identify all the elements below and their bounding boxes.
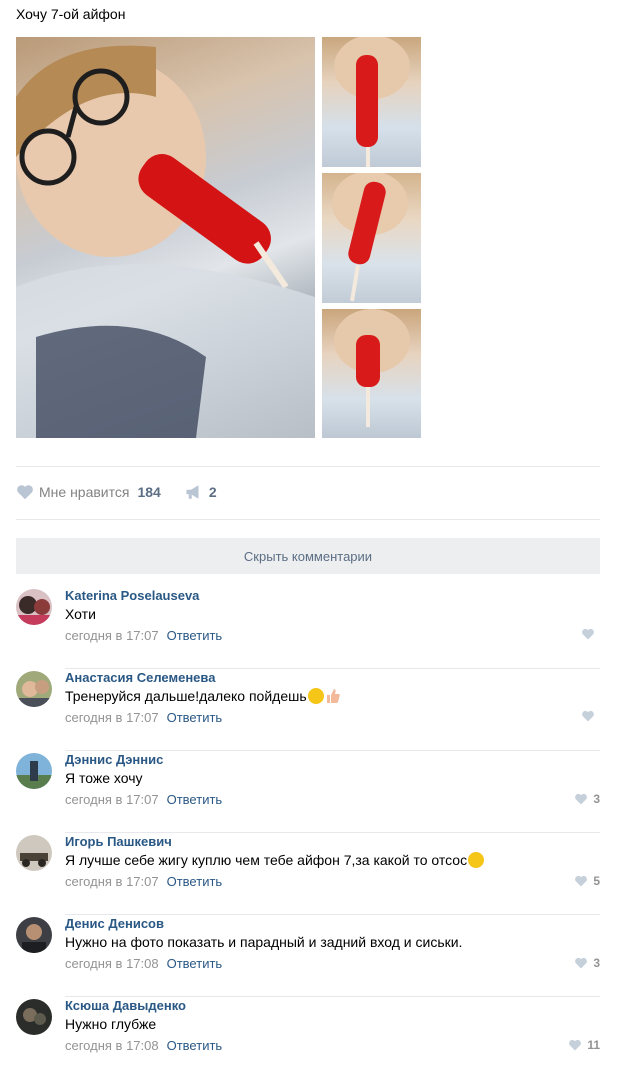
reply-link[interactable]: Ответить (167, 956, 223, 971)
comment-meta: сегодня в 17:07 Ответить (65, 628, 222, 643)
like-label: Мне нравится (39, 484, 130, 500)
heart-icon (569, 1039, 582, 1051)
avatar-image (16, 671, 52, 707)
reply-link[interactable]: Ответить (167, 792, 223, 807)
like-button[interactable]: Мне нравится 184 (16, 484, 161, 500)
smiling-emoji-icon (468, 852, 485, 868)
avatar-image (16, 999, 52, 1035)
share-button[interactable]: 2 (185, 484, 217, 500)
comment-like-button[interactable]: 11 (568, 1038, 600, 1052)
comment-author[interactable]: Дэннис Дэннис (65, 752, 163, 767)
avatar[interactable] (16, 753, 52, 789)
megaphone-icon (186, 485, 199, 499)
comment-item: Анастасия Селеменева Тренеруйся дальше!д… (16, 669, 600, 751)
comment-item: Дэннис Дэннис Я тоже хочу сегодня в 17:0… (16, 751, 600, 833)
avatar-image (16, 917, 52, 953)
avatar[interactable] (16, 917, 52, 953)
avatar[interactable] (16, 835, 52, 871)
comment-time[interactable]: сегодня в 17:07 (65, 792, 159, 807)
comment-meta: сегодня в 17:08 Ответить (65, 1038, 222, 1053)
comment-like-count: 5 (593, 874, 600, 888)
comment-like-count: 3 (593, 956, 600, 970)
divider (16, 466, 600, 467)
comment-like-count: 11 (587, 1038, 600, 1052)
heart-icon (575, 957, 588, 969)
comment-text: Нужно на фото показать и парадный и задн… (65, 934, 463, 950)
photo-thumb-3[interactable] (322, 309, 421, 438)
heart-icon (575, 793, 588, 805)
comment-like-button[interactable]: 3 (574, 956, 600, 970)
comment-like-button[interactable] (581, 710, 600, 722)
comment-item: Денис Денисов Нужно на фото показать и п… (16, 915, 600, 997)
comment-meta: сегодня в 17:07 Ответить (65, 792, 222, 807)
hide-comments-button[interactable]: Скрыть комментарии (16, 538, 600, 574)
post-title: Хочу 7-ой айфон (16, 6, 126, 22)
comment-like-button[interactable]: 3 (574, 792, 600, 806)
post-actions: Мне нравится 184 2 (16, 480, 217, 504)
comment-like-count: 3 (593, 792, 600, 806)
reply-link[interactable]: Ответить (167, 710, 223, 725)
avatar-image (16, 589, 52, 625)
comment-like-button[interactable] (581, 628, 600, 640)
avatar-image (16, 753, 52, 789)
reply-link[interactable]: Ответить (167, 628, 223, 643)
comment-author[interactable]: Игорь Пашкевич (65, 834, 172, 849)
thumbs-up-icon (326, 689, 340, 703)
comment-time[interactable]: сегодня в 17:07 (65, 710, 159, 725)
comment-item: Ксюша Давыденко Нужно глубже сегодня в 1… (16, 997, 600, 1071)
comment-meta: сегодня в 17:08 Ответить (65, 956, 222, 971)
laughing-emoji-icon (307, 688, 324, 704)
heart-icon (575, 875, 588, 887)
comment-item: Katerina Poselauseva Хоти сегодня в 17:0… (16, 587, 600, 669)
comment-text: Тренеруйся дальше!далеко пойдешь (65, 688, 307, 704)
comment-author[interactable]: Анастасия Селеменева (65, 670, 215, 685)
comment-text: Нужно глубже (65, 1016, 157, 1032)
comment-text: Хоти (65, 606, 96, 622)
comment-time[interactable]: сегодня в 17:07 (65, 874, 159, 889)
avatar[interactable] (16, 671, 52, 707)
avatar[interactable] (16, 589, 52, 625)
reply-link[interactable]: Ответить (167, 1038, 223, 1053)
heart-icon (17, 485, 33, 500)
comment-like-button[interactable]: 5 (574, 874, 600, 888)
thumb-illustration-2 (332, 173, 408, 302)
thumb-illustration-3 (334, 309, 410, 427)
comment-text-wrap: Тренеруйся дальше!далеко пойдешь (65, 688, 341, 704)
photo-thumb-1[interactable] (322, 37, 421, 167)
comment-item: Игорь Пашкевич Я лучше себе жигу куплю ч… (16, 833, 600, 915)
comment-author[interactable]: Денис Денисов (65, 916, 164, 931)
heart-icon (582, 628, 594, 640)
avatar[interactable] (16, 999, 52, 1035)
thumb-illustration-1 (334, 37, 410, 167)
photo-grid (16, 37, 421, 438)
comment-text: Я лучше себе жигу куплю чем тебе айфон 7… (65, 852, 468, 868)
photo-main[interactable] (16, 37, 315, 438)
comment-time[interactable]: сегодня в 17:08 (65, 1038, 159, 1053)
like-count: 184 (137, 484, 161, 500)
comment-time[interactable]: сегодня в 17:08 (65, 956, 159, 971)
comment-time[interactable]: сегодня в 17:07 (65, 628, 159, 643)
comment-author[interactable]: Ксюша Давыденко (65, 998, 186, 1013)
selfie-illustration (16, 45, 315, 438)
comment-meta: сегодня в 17:07 Ответить (65, 874, 222, 889)
photo-thumb-2[interactable] (322, 173, 421, 303)
avatar-image (16, 835, 52, 871)
comment-author[interactable]: Katerina Poselauseva (65, 588, 199, 603)
share-count: 2 (208, 484, 217, 500)
reply-link[interactable]: Ответить (167, 874, 223, 889)
divider (16, 519, 600, 520)
comment-text-wrap: Я лучше себе жигу куплю чем тебе айфон 7… (65, 852, 485, 868)
comment-text: Я тоже хочу (65, 770, 143, 786)
comment-meta: сегодня в 17:07 Ответить (65, 710, 222, 725)
heart-icon (582, 710, 594, 722)
